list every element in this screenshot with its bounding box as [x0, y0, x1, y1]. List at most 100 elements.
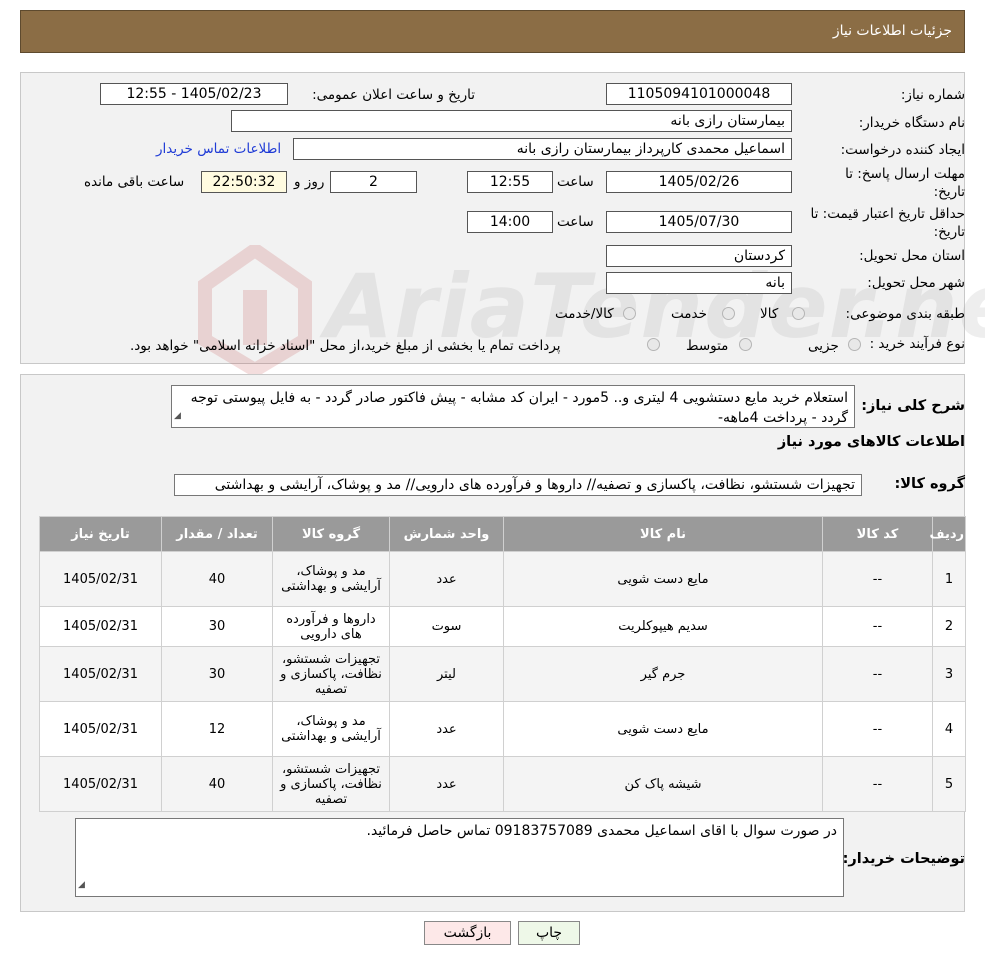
deadline-time-field: 12:55: [467, 171, 553, 193]
city-field: بانه: [606, 272, 792, 294]
cell-need-date: 1405/02/31: [39, 646, 162, 702]
buyer-org-label: نام دستگاه خریدار:: [858, 115, 965, 131]
days-field: 2: [330, 171, 417, 193]
table-row: 3 -- جرم گیر لیتر تجهیزات شستشو، نظافت، …: [39, 646, 966, 702]
resize-handle-icon[interactable]: ◢: [78, 875, 85, 895]
cell-goods-group: داروها و فرآورده های دارویی: [272, 606, 390, 647]
page-title: جزئیات اطلاعات نیاز: [832, 23, 952, 39]
table-header-row: ردیف کد کالا نام کالا واحد شمارش گروه کا…: [39, 516, 966, 552]
need-number-label: شماره نیاز:: [900, 87, 965, 103]
deadline-time-label: ساعت: [557, 174, 594, 190]
cell-quantity: 40: [161, 551, 273, 607]
process-radio-medium[interactable]: [739, 338, 752, 351]
cell-need-date: 1405/02/31: [39, 701, 162, 757]
table-row: 5 -- شیشه پاک کن عدد تجهیزات شستشو، نظاف…: [39, 756, 966, 812]
days-label: روز و: [294, 174, 325, 190]
validity-label: حداقل تاریخ اعتبار قیمت: تا: [810, 206, 965, 222]
col-header-need-date: تاریخ نیاز: [39, 516, 162, 552]
col-header-quantity: تعداد / مقدار: [161, 516, 273, 552]
cell-goods-name: سدیم هیپوکلریت: [503, 606, 823, 647]
cell-need-date: 1405/02/31: [39, 551, 162, 607]
cell-goods-name: شیشه پاک کن: [503, 756, 823, 812]
deadline-label: مهلت ارسال پاسخ: تا: [845, 166, 965, 182]
category-label: طبقه بندی موضوعی:: [845, 306, 965, 322]
requester-field: اسماعیل محمدی کارپرداز بیمارستان رازی با…: [293, 138, 792, 160]
table-row: 4 -- مایع دست شویی عدد مد و پوشاک، آرایش…: [39, 701, 966, 757]
cell-row-number: 2: [932, 606, 966, 647]
buyer-org-field: بیمارستان رازی بانه: [231, 110, 792, 132]
page-header: جزئیات اطلاعات نیاز: [20, 10, 965, 53]
cell-goods-name: مایع دست شویی: [503, 701, 823, 757]
cell-unit: لیتر: [389, 646, 504, 702]
process-label: نوع فرآیند خرید :: [869, 336, 965, 352]
cell-goods-group: مد و پوشاک، آرایشی و بهداشتی: [272, 701, 390, 757]
summary-label: شرح کلی نیاز:: [861, 398, 965, 414]
goods-info-title: اطلاعات کالاهای مورد نیاز: [777, 434, 965, 450]
cell-goods-group: مد و پوشاک، آرایشی و بهداشتی: [272, 551, 390, 607]
summary-textarea[interactable]: استعلام خرید مایع دستشویی 4 لیتری و.. 5م…: [171, 385, 855, 428]
cell-goods-code: --: [822, 756, 933, 812]
cell-quantity: 12: [161, 701, 273, 757]
buyer-notes-text: در صورت سوال با اقای اسماعیل محمدی 09183…: [366, 823, 838, 839]
category-option-goods: کالا: [760, 306, 779, 322]
cell-goods-code: --: [822, 701, 933, 757]
remaining-label: ساعت باقی مانده: [84, 174, 185, 190]
cell-row-number: 5: [932, 756, 966, 812]
process-option-medium: متوسط: [686, 338, 729, 354]
goods-group-label: گروه کالا:: [894, 476, 965, 492]
category-radio-goods-service[interactable]: [623, 307, 636, 320]
deadline-date-field: 1405/02/26: [606, 171, 792, 193]
cell-quantity: 30: [161, 606, 273, 647]
requester-label: ایجاد کننده درخواست:: [840, 142, 965, 158]
announce-label: تاریخ و ساعت اعلان عمومی:: [312, 87, 475, 103]
process-option-minor: جزیی: [808, 338, 839, 354]
cell-goods-code: --: [822, 606, 933, 647]
cell-unit: عدد: [389, 551, 504, 607]
validity-label-date: تاریخ:: [933, 224, 965, 240]
buyer-notes-textarea[interactable]: در صورت سوال با اقای اسماعیل محمدی 09183…: [75, 818, 844, 897]
category-option-service: خدمت: [671, 306, 707, 322]
col-header-goods-code: کد کالا: [822, 516, 933, 552]
cell-goods-code: --: [822, 551, 933, 607]
remaining-time-field: 22:50:32: [201, 171, 287, 193]
validity-time-field: 14:00: [467, 211, 553, 233]
col-header-goods-group: گروه کالا: [272, 516, 390, 552]
cell-unit: عدد: [389, 701, 504, 757]
table-row: 2 -- سدیم هیپوکلریت سوت داروها و فرآورده…: [39, 606, 966, 647]
need-number-field: 1105094101000048: [606, 83, 792, 105]
validity-date-field: 1405/07/30: [606, 211, 792, 233]
category-option-goods-service: کالا/خدمت: [555, 306, 614, 322]
cell-row-number: 4: [932, 701, 966, 757]
category-radio-goods[interactable]: [792, 307, 805, 320]
category-radio-service[interactable]: [722, 307, 735, 320]
cell-quantity: 30: [161, 646, 273, 702]
cell-unit: سوت: [389, 606, 504, 647]
back-button[interactable]: بازگشت: [424, 921, 511, 945]
print-button[interactable]: چاپ: [518, 921, 580, 945]
table-row: 1 -- مایع دست شویی عدد مد و پوشاک، آرایش…: [39, 551, 966, 607]
cell-quantity: 40: [161, 756, 273, 812]
province-field: کردستان: [606, 245, 792, 267]
city-label: شهر محل تحویل:: [867, 275, 965, 291]
goods-group-field: تجهیزات شستشو، نظافت، پاکسازی و تصفیه// …: [174, 474, 862, 496]
buyer-contact-link[interactable]: اطلاعات تماس خریدار: [156, 141, 281, 157]
process-radio-treasury[interactable]: [647, 338, 660, 351]
process-note: پرداخت تمام یا بخشی از مبلغ خرید،از محل …: [130, 338, 561, 354]
summary-text: استعلام خرید مایع دستشویی 4 لیتری و.. 5م…: [190, 390, 848, 426]
col-header-unit: واحد شمارش: [389, 516, 504, 552]
col-header-row-number: ردیف: [929, 516, 966, 552]
cell-goods-name: مایع دست شویی: [503, 551, 823, 607]
cell-row-number: 3: [932, 646, 966, 702]
cell-goods-code: --: [822, 646, 933, 702]
resize-handle-icon[interactable]: ◢: [174, 406, 181, 426]
process-radio-minor[interactable]: [848, 338, 861, 351]
col-header-goods-name: نام کالا: [503, 516, 823, 552]
announce-field: 1405/02/23 - 12:55: [100, 83, 288, 105]
buyer-notes-label: توضیحات خریدار:: [842, 851, 965, 867]
cell-need-date: 1405/02/31: [39, 606, 162, 647]
goods-table: ردیف کد کالا نام کالا واحد شمارش گروه کا…: [39, 516, 966, 812]
province-label: استان محل تحویل:: [859, 248, 965, 264]
cell-unit: عدد: [389, 756, 504, 812]
cell-goods-group: تجهیزات شستشو، نظافت، پاکسازی و تصفیه: [272, 646, 390, 702]
deadline-label-date: تاریخ:: [933, 184, 965, 200]
